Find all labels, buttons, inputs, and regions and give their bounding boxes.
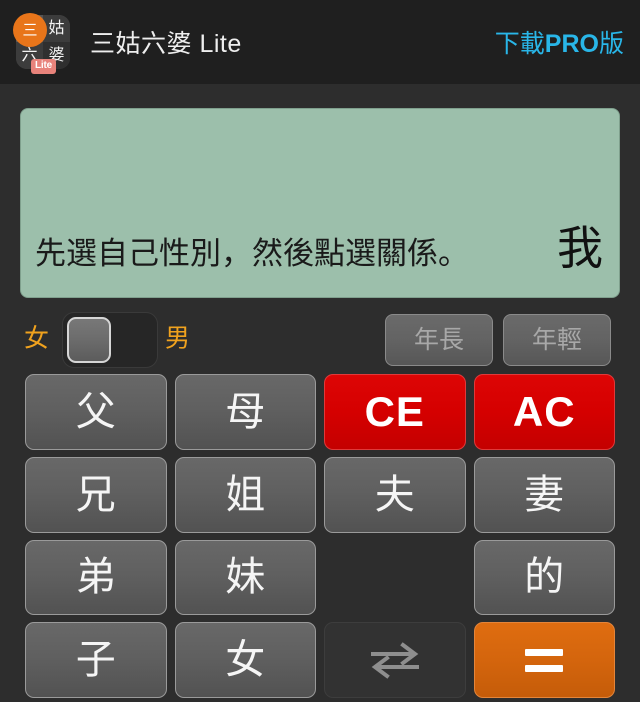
download-pro-link[interactable]: 下載PRO版	[495, 24, 624, 60]
key-son[interactable]: 子	[25, 622, 167, 698]
key-elder-brother[interactable]: 兄	[25, 456, 167, 533]
app-icon-lite-badge: Lite	[31, 59, 56, 74]
pro-link-emphasis: PRO	[544, 30, 599, 58]
display-expression: 先選自己性別，然後點選關係。	[35, 236, 469, 272]
pro-link-prefix: 下載	[494, 30, 545, 58]
key-daughter[interactable]: 女	[174, 622, 316, 698]
app-icon-circle: 三	[13, 13, 47, 47]
control-row: 女 男 年長 年輕	[0, 306, 640, 372]
equals-icon	[525, 648, 564, 672]
app-icon-cell-2: 姑	[43, 15, 70, 42]
key-younger-brother[interactable]: 弟	[25, 539, 167, 616]
calculator-display: 先選自己性別，然後點選關係。 我	[20, 108, 620, 298]
key-father[interactable]: 父	[25, 374, 167, 450]
elder-button[interactable]: 年長	[385, 314, 493, 366]
app-icon: 三 姑 六 婆 三 Lite	[13, 13, 70, 74]
key-blank	[324, 540, 466, 616]
younger-button[interactable]: 年輕	[503, 314, 611, 366]
display-result: 我	[557, 222, 603, 274]
key-ac[interactable]: AC	[473, 374, 615, 450]
gender-label-female: 女	[24, 324, 50, 353]
key-swap[interactable]	[324, 622, 466, 698]
key-elder-sister[interactable]: 姐	[174, 456, 316, 533]
key-younger-sister[interactable]: 妹	[174, 539, 316, 616]
gender-toggle-knob[interactable]	[67, 317, 111, 363]
swap-arrows-icon	[370, 642, 419, 679]
app-title: 三姑六婆 Lite	[90, 30, 242, 58]
key-equals[interactable]	[473, 622, 615, 698]
key-husband[interactable]: 夫	[324, 456, 466, 533]
key-wife[interactable]: 妻	[473, 456, 615, 533]
gender-label-male: 男	[165, 324, 191, 353]
pro-link-suffix: 版	[598, 30, 624, 58]
app-header: 三 姑 六 婆 三 Lite 三姑六婆 Lite 下載PRO版	[0, 0, 640, 84]
keypad: 父 母 CE AC 兄 姐 夫 妻 弟 妹 的 子 女	[25, 374, 615, 698]
key-ce[interactable]: CE	[324, 374, 466, 450]
key-mother[interactable]: 母	[174, 374, 316, 450]
gender-toggle-switch[interactable]	[62, 312, 158, 368]
key-possessive-de[interactable]: 的	[473, 539, 615, 616]
